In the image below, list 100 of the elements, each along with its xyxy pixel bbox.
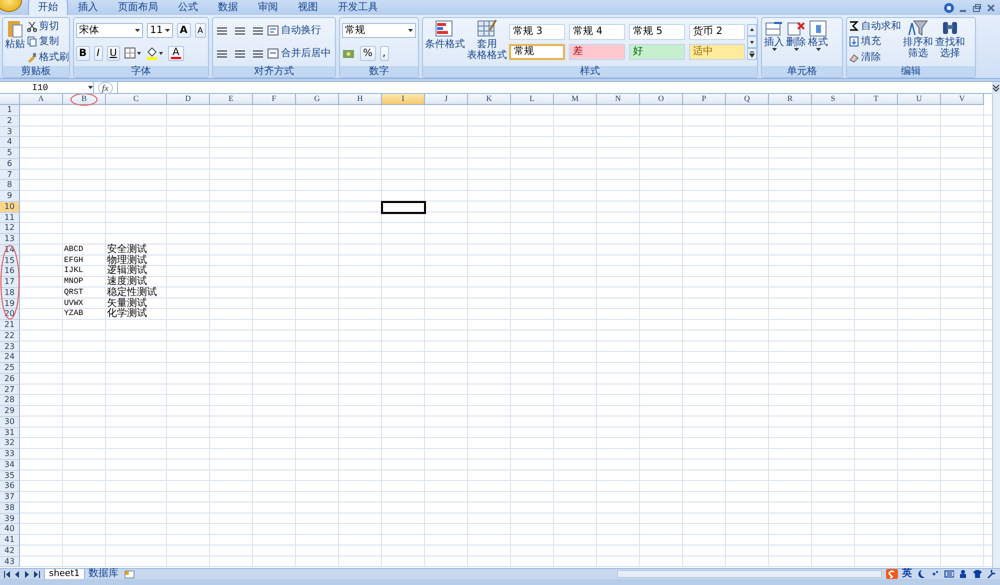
toolbar-button[interactable]: 剪切 <box>27 20 69 34</box>
row-header[interactable]: 33 <box>0 449 20 460</box>
row-header[interactable]: 23 <box>0 342 20 352</box>
column-header[interactable]: O <box>640 94 683 105</box>
ime-language-toggle[interactable]: 英 <box>902 569 912 579</box>
conditional-format-button[interactable]: 条件格式 <box>425 19 465 65</box>
font-name-field[interactable]: 宋体 <box>76 23 144 38</box>
row-header[interactable]: 26 <box>0 374 20 384</box>
row-header[interactable]: 17 <box>0 277 20 288</box>
row-header[interactable]: 24 <box>0 352 20 363</box>
ribbon-tab[interactable]: 数据 <box>208 0 248 15</box>
row-header[interactable]: 2 <box>0 116 20 126</box>
column-header[interactable]: B <box>63 94 106 105</box>
toolbar-button[interactable]: 自动求和 <box>849 20 901 34</box>
number-format-field[interactable]: 常规 <box>342 23 416 38</box>
ribbon-button[interactable]: 插入 <box>764 19 784 65</box>
cell-style-item[interactable]: 常规 3 <box>509 24 565 40</box>
row-header[interactable]: 20 <box>0 309 20 320</box>
column-header[interactable]: J <box>425 94 468 105</box>
row-header[interactable]: 13 <box>0 234 20 245</box>
column-header[interactable]: C <box>106 94 167 105</box>
ribbon-tab[interactable]: 视图 <box>288 0 328 15</box>
column-header[interactable]: A <box>20 94 63 105</box>
column-header[interactable]: G <box>296 94 339 105</box>
ribbon-tab[interactable]: 插入 <box>68 0 108 15</box>
column-header[interactable]: K <box>468 94 511 105</box>
row-header[interactable]: 5 <box>0 148 20 159</box>
column-header[interactable]: S <box>812 94 855 105</box>
cell-style-item[interactable]: 常规 <box>509 44 565 60</box>
toolbar-button[interactable]: 格式刷 <box>27 50 69 64</box>
row-header[interactable]: 39 <box>0 514 20 524</box>
row-header[interactable]: 27 <box>0 384 20 396</box>
ribbon-tab[interactable]: 公式 <box>168 0 208 15</box>
font-size-field[interactable]: 11 <box>147 23 173 38</box>
row-header[interactable]: 6 <box>0 158 20 170</box>
toolbar-button[interactable]: 清除 <box>849 50 901 64</box>
comma-button[interactable]: , <box>380 46 389 61</box>
cell-style-item[interactable]: 货币 2 <box>689 24 745 40</box>
column-header[interactable]: L <box>511 94 554 105</box>
wrap-text-button[interactable]: 自动换行 <box>267 24 331 37</box>
merge-center-button[interactable]: 合并后居中 <box>267 47 331 60</box>
row-header[interactable]: 15 <box>0 256 20 266</box>
column-header[interactable]: H <box>339 94 382 105</box>
column-header[interactable]: M <box>554 94 597 105</box>
row-header[interactable]: 1 <box>0 105 20 116</box>
table-format-button[interactable]: 套用 表格格式 <box>467 19 507 65</box>
column-header[interactable]: T <box>855 94 898 105</box>
row-header[interactable]: 40 <box>0 524 20 535</box>
row-header[interactable]: 37 <box>0 492 20 503</box>
row-header[interactable]: 41 <box>0 535 20 546</box>
percent-button[interactable]: % <box>360 46 376 61</box>
row-header[interactable]: 30 <box>0 416 20 428</box>
row-header[interactable]: 38 <box>0 502 20 514</box>
row-header[interactable]: 43 <box>0 556 20 568</box>
row-header[interactable]: 36 <box>0 481 20 492</box>
cell-style-item[interactable]: 适中 <box>689 44 745 60</box>
ribbon-tab[interactable]: 审阅 <box>248 0 288 15</box>
row-header[interactable]: 19 <box>0 298 20 310</box>
row-header[interactable]: 8 <box>0 180 20 191</box>
italic-button[interactable]: I <box>94 46 103 61</box>
row-header[interactable]: 12 <box>0 223 20 234</box>
find-select-button[interactable]: 查找和 选择 <box>935 19 965 65</box>
font-color-button[interactable]: A <box>168 46 184 61</box>
row-header[interactable]: 11 <box>0 212 20 224</box>
sheet-tab[interactable]: 数据库 <box>84 569 123 579</box>
sheet-tab[interactable]: sheet1 <box>44 568 85 580</box>
row-header[interactable]: 32 <box>0 438 20 449</box>
ribbon-tab[interactable]: 页面布局 <box>108 0 168 15</box>
ribbon-button[interactable]: 删除 <box>786 19 806 65</box>
bold-button[interactable]: B <box>76 46 90 61</box>
row-header[interactable]: 7 <box>0 170 20 180</box>
ribbon-tab[interactable]: 开发工具 <box>328 0 388 15</box>
row-header[interactable]: 16 <box>0 266 20 277</box>
row-header[interactable]: 34 <box>0 460 20 470</box>
cell-style-item[interactable]: 差 <box>569 44 625 60</box>
toolbar-button[interactable]: 复制 <box>27 35 69 48</box>
cell-style-item[interactable]: 常规 4 <box>569 24 625 40</box>
row-header[interactable]: 3 <box>0 126 20 138</box>
cell-style-item[interactable]: 好 <box>629 44 685 60</box>
cell-style-item[interactable]: 常规 5 <box>629 24 685 40</box>
row-header[interactable]: 42 <box>0 546 20 556</box>
row-header[interactable]: 28 <box>0 395 20 406</box>
ribbon-button[interactable]: 格式 <box>808 19 828 65</box>
row-header[interactable]: 35 <box>0 470 20 482</box>
shrink-font-button[interactable]: A <box>194 23 206 38</box>
row-header[interactable]: 10 <box>0 202 20 212</box>
column-header[interactable]: U <box>898 94 941 105</box>
row-header[interactable]: 9 <box>0 191 20 202</box>
column-header[interactable]: I <box>382 94 425 105</box>
sort-filter-button[interactable]: 排序和 筛选 <box>903 19 933 65</box>
column-header[interactable]: F <box>253 94 296 105</box>
row-header[interactable]: 21 <box>0 320 20 331</box>
column-header[interactable]: N <box>597 94 640 105</box>
grow-font-button[interactable]: A <box>176 23 191 38</box>
row-header[interactable]: 25 <box>0 363 20 374</box>
column-header[interactable]: P <box>683 94 726 105</box>
underline-button[interactable]: U <box>106 46 120 61</box>
row-header[interactable]: 31 <box>0 428 20 438</box>
paste-button[interactable]: 粘贴 <box>5 19 25 65</box>
column-header[interactable]: E <box>210 94 253 105</box>
